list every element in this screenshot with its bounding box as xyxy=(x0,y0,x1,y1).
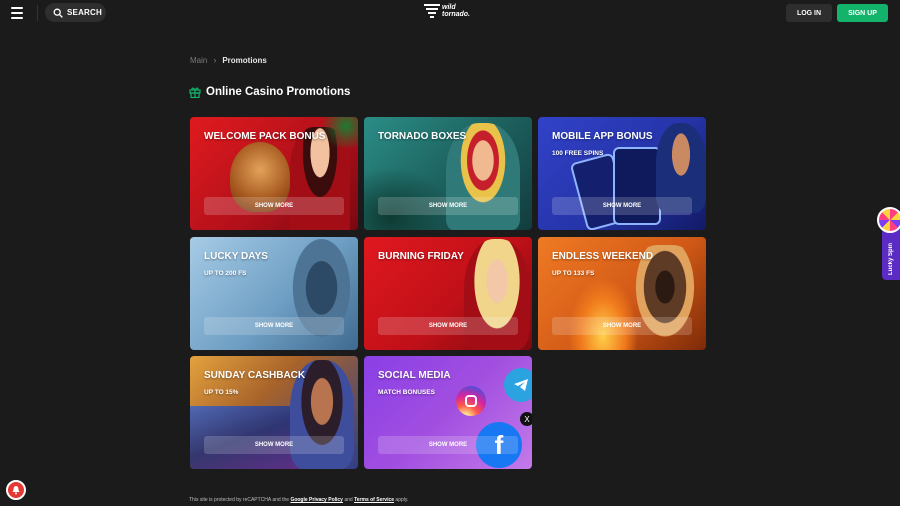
google-privacy-link[interactable]: Google Privacy Policy xyxy=(290,497,343,503)
promo-card-endless-weekend[interactable]: ENDLESS WEEKEND UP TO 133 FS SHOW MORE xyxy=(538,237,706,350)
promo-title: LUCKY DAYS xyxy=(204,251,268,262)
promo-title: ENDLESS WEEKEND xyxy=(552,251,654,262)
lucky-spin-widget[interactable]: Lucky Spin xyxy=(877,207,900,280)
search-icon xyxy=(53,8,63,18)
search-button[interactable]: SEARCH xyxy=(45,3,106,22)
promo-title: TORNADO BOXES xyxy=(378,131,467,142)
promo-subtitle: UP TO 133 FS xyxy=(552,270,595,277)
promo-card-mobile-app[interactable]: MOBILE APP BONUS 100 FREE SPINS SHOW MOR… xyxy=(538,117,706,230)
promo-card-burning-friday[interactable]: BURNING FRIDAY SHOW MORE xyxy=(364,237,532,350)
top-header: SEARCH wild tornado. LOG IN SIGN UP xyxy=(0,0,900,26)
footer-text: and xyxy=(342,497,355,503)
promo-subtitle: 100 FREE SPINS xyxy=(552,150,604,157)
tornado-logo-icon xyxy=(424,4,440,18)
hamburger-icon xyxy=(11,7,23,9)
breadcrumb-current: Promotions xyxy=(222,55,267,65)
promo-card-social-media[interactable]: X f SOCIAL MEDIA MATCH BONUSES SHOW MORE xyxy=(364,356,532,469)
spin-wheel-icon xyxy=(877,207,900,233)
show-more-button[interactable]: SHOW MORE xyxy=(378,317,518,335)
promo-title: BURNING FRIDAY xyxy=(378,251,464,262)
promo-card-sunday-cashback[interactable]: SUNDAY CASHBACK UP TO 15% SHOW MORE xyxy=(190,356,358,469)
logo-text-tornado: tornado. xyxy=(442,11,470,18)
breadcrumb: Main › Promotions xyxy=(190,55,267,65)
promo-subtitle: UP TO 15% xyxy=(204,389,239,396)
page-title: Online Casino Promotions xyxy=(206,86,351,98)
show-more-button[interactable]: SHOW MORE xyxy=(378,197,518,215)
header-divider xyxy=(37,5,38,21)
show-more-button[interactable]: SHOW MORE xyxy=(204,436,344,454)
promo-subtitle: UP TO 200 FS xyxy=(204,270,247,277)
show-more-button[interactable]: SHOW MORE xyxy=(204,197,344,215)
promo-title: MOBILE APP BONUS xyxy=(552,131,653,142)
lucky-spin-label: Lucky Spin xyxy=(888,242,894,275)
login-button[interactable]: LOG IN xyxy=(786,4,832,22)
search-label: SEARCH xyxy=(67,8,102,17)
page-heading: Online Casino Promotions xyxy=(189,86,350,98)
promo-subtitle: MATCH BONUSES xyxy=(378,389,435,396)
bell-icon xyxy=(12,486,20,495)
terms-of-service-link[interactable]: Terms of Service xyxy=(354,497,394,503)
instagram-icon xyxy=(456,386,486,416)
promo-title: SUNDAY CASHBACK xyxy=(204,370,306,381)
telegram-icon xyxy=(504,368,532,402)
promo-title: WELCOME PACK BONUS xyxy=(204,131,326,142)
gift-icon xyxy=(189,87,201,98)
promo-card-lucky-days[interactable]: LUCKY DAYS UP TO 200 FS SHOW MORE xyxy=(190,237,358,350)
show-more-button[interactable]: SHOW MORE xyxy=(552,197,692,215)
signup-button[interactable]: SIGN UP xyxy=(837,4,888,22)
x-twitter-icon: X xyxy=(520,412,532,426)
breadcrumb-main-link[interactable]: Main xyxy=(190,56,207,65)
footer-text: This site is protected by reCAPTCHA and … xyxy=(189,497,291,503)
footer-text: apply. xyxy=(394,497,409,503)
promo-card-welcome-pack[interactable]: WELCOME PACK BONUS SHOW MORE xyxy=(190,117,358,230)
chevron-right-icon: › xyxy=(213,55,217,65)
hamburger-menu-button[interactable] xyxy=(8,4,28,22)
notification-button[interactable] xyxy=(6,480,26,500)
promo-card-tornado-boxes[interactable]: TORNADO BOXES SHOW MORE xyxy=(364,117,532,230)
show-more-button[interactable]: SHOW MORE xyxy=(204,317,344,335)
logo-text-wild: wild xyxy=(442,4,456,11)
promo-title: SOCIAL MEDIA xyxy=(378,370,451,381)
wild-tornado-logo[interactable]: wild tornado. xyxy=(424,2,476,20)
show-more-button[interactable]: SHOW MORE xyxy=(378,436,518,454)
recaptcha-notice: This site is protected by reCAPTCHA and … xyxy=(189,497,408,503)
show-more-button[interactable]: SHOW MORE xyxy=(552,317,692,335)
